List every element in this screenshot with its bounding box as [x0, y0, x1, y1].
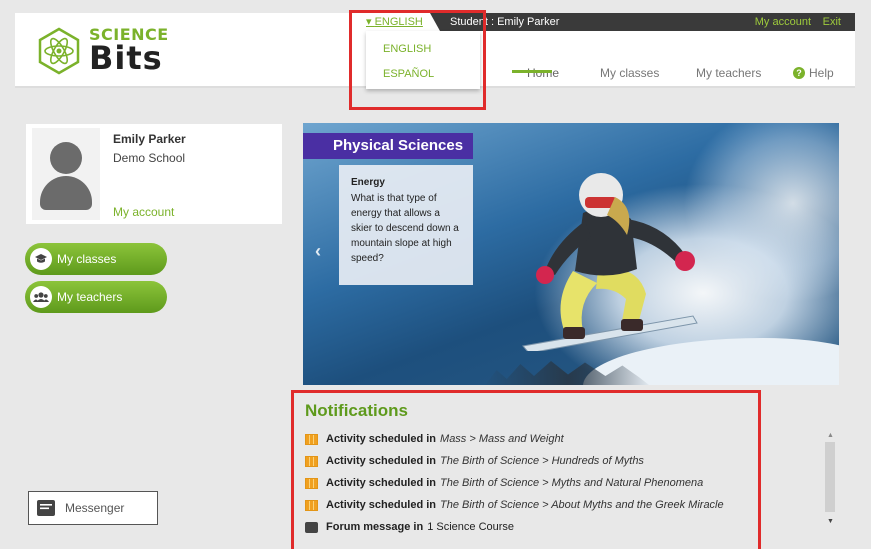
help-icon: ?	[793, 67, 805, 79]
top-my-account-link[interactable]: My account	[755, 16, 811, 28]
group-users-icon	[30, 286, 52, 308]
messenger-button[interactable]: Messenger	[28, 491, 158, 525]
highlight-box-language	[349, 10, 486, 110]
logo-bits-text: Bits	[89, 39, 163, 77]
highlight-box-notifications	[291, 390, 761, 549]
my-classes-button-label: My classes	[57, 252, 117, 266]
exit-link[interactable]: Exit	[823, 16, 841, 28]
chevron-left-icon[interactable]: ‹	[315, 241, 321, 262]
profile-card: Emily Parker Demo School My account	[26, 124, 282, 224]
scroll-up-icon[interactable]: ▲	[827, 432, 834, 439]
profile-name: Emily Parker	[113, 132, 186, 146]
atom-icon	[38, 27, 80, 75]
profile-my-account-link[interactable]: My account	[113, 205, 174, 219]
nav-my-teachers[interactable]: My teachers	[696, 66, 761, 80]
avatar	[32, 128, 100, 220]
hero-banner[interactable]: Physical Sciences Energy What is that ty…	[303, 123, 839, 385]
graduation-cap-icon	[30, 248, 52, 270]
nav-home-active-indicator	[512, 70, 552, 73]
scroll-down-icon[interactable]: ▼	[827, 518, 834, 525]
hero-card-text: What is that type of energy that allows …	[351, 193, 459, 264]
avatar-head-icon	[50, 142, 82, 174]
profile-school: Demo School	[113, 151, 186, 165]
nav-home[interactable]: Home	[527, 66, 559, 80]
chat-icon	[37, 500, 55, 516]
nav-my-classes[interactable]: My classes	[600, 66, 659, 80]
messenger-label: Messenger	[65, 501, 125, 515]
hero-card-title: Energy	[351, 177, 385, 188]
nav-help-label: Help	[809, 66, 834, 80]
my-teachers-button[interactable]: My teachers	[25, 281, 167, 313]
hero-info-card: Energy What is that type of energy that …	[339, 165, 473, 285]
my-teachers-button-label: My teachers	[57, 290, 123, 304]
my-classes-button[interactable]: My classes	[25, 243, 167, 275]
science-bits-logo[interactable]: SCIENCE Bits	[35, 23, 195, 79]
scrollbar-thumb[interactable]	[825, 442, 835, 512]
snowboarder-image	[522, 173, 698, 351]
hero-title: Physical Sciences	[303, 133, 474, 159]
nav-help[interactable]: ? Help	[793, 66, 834, 80]
notifications-scrollbar[interactable]: ▲ ▼	[823, 432, 837, 532]
avatar-body-icon	[40, 176, 92, 210]
